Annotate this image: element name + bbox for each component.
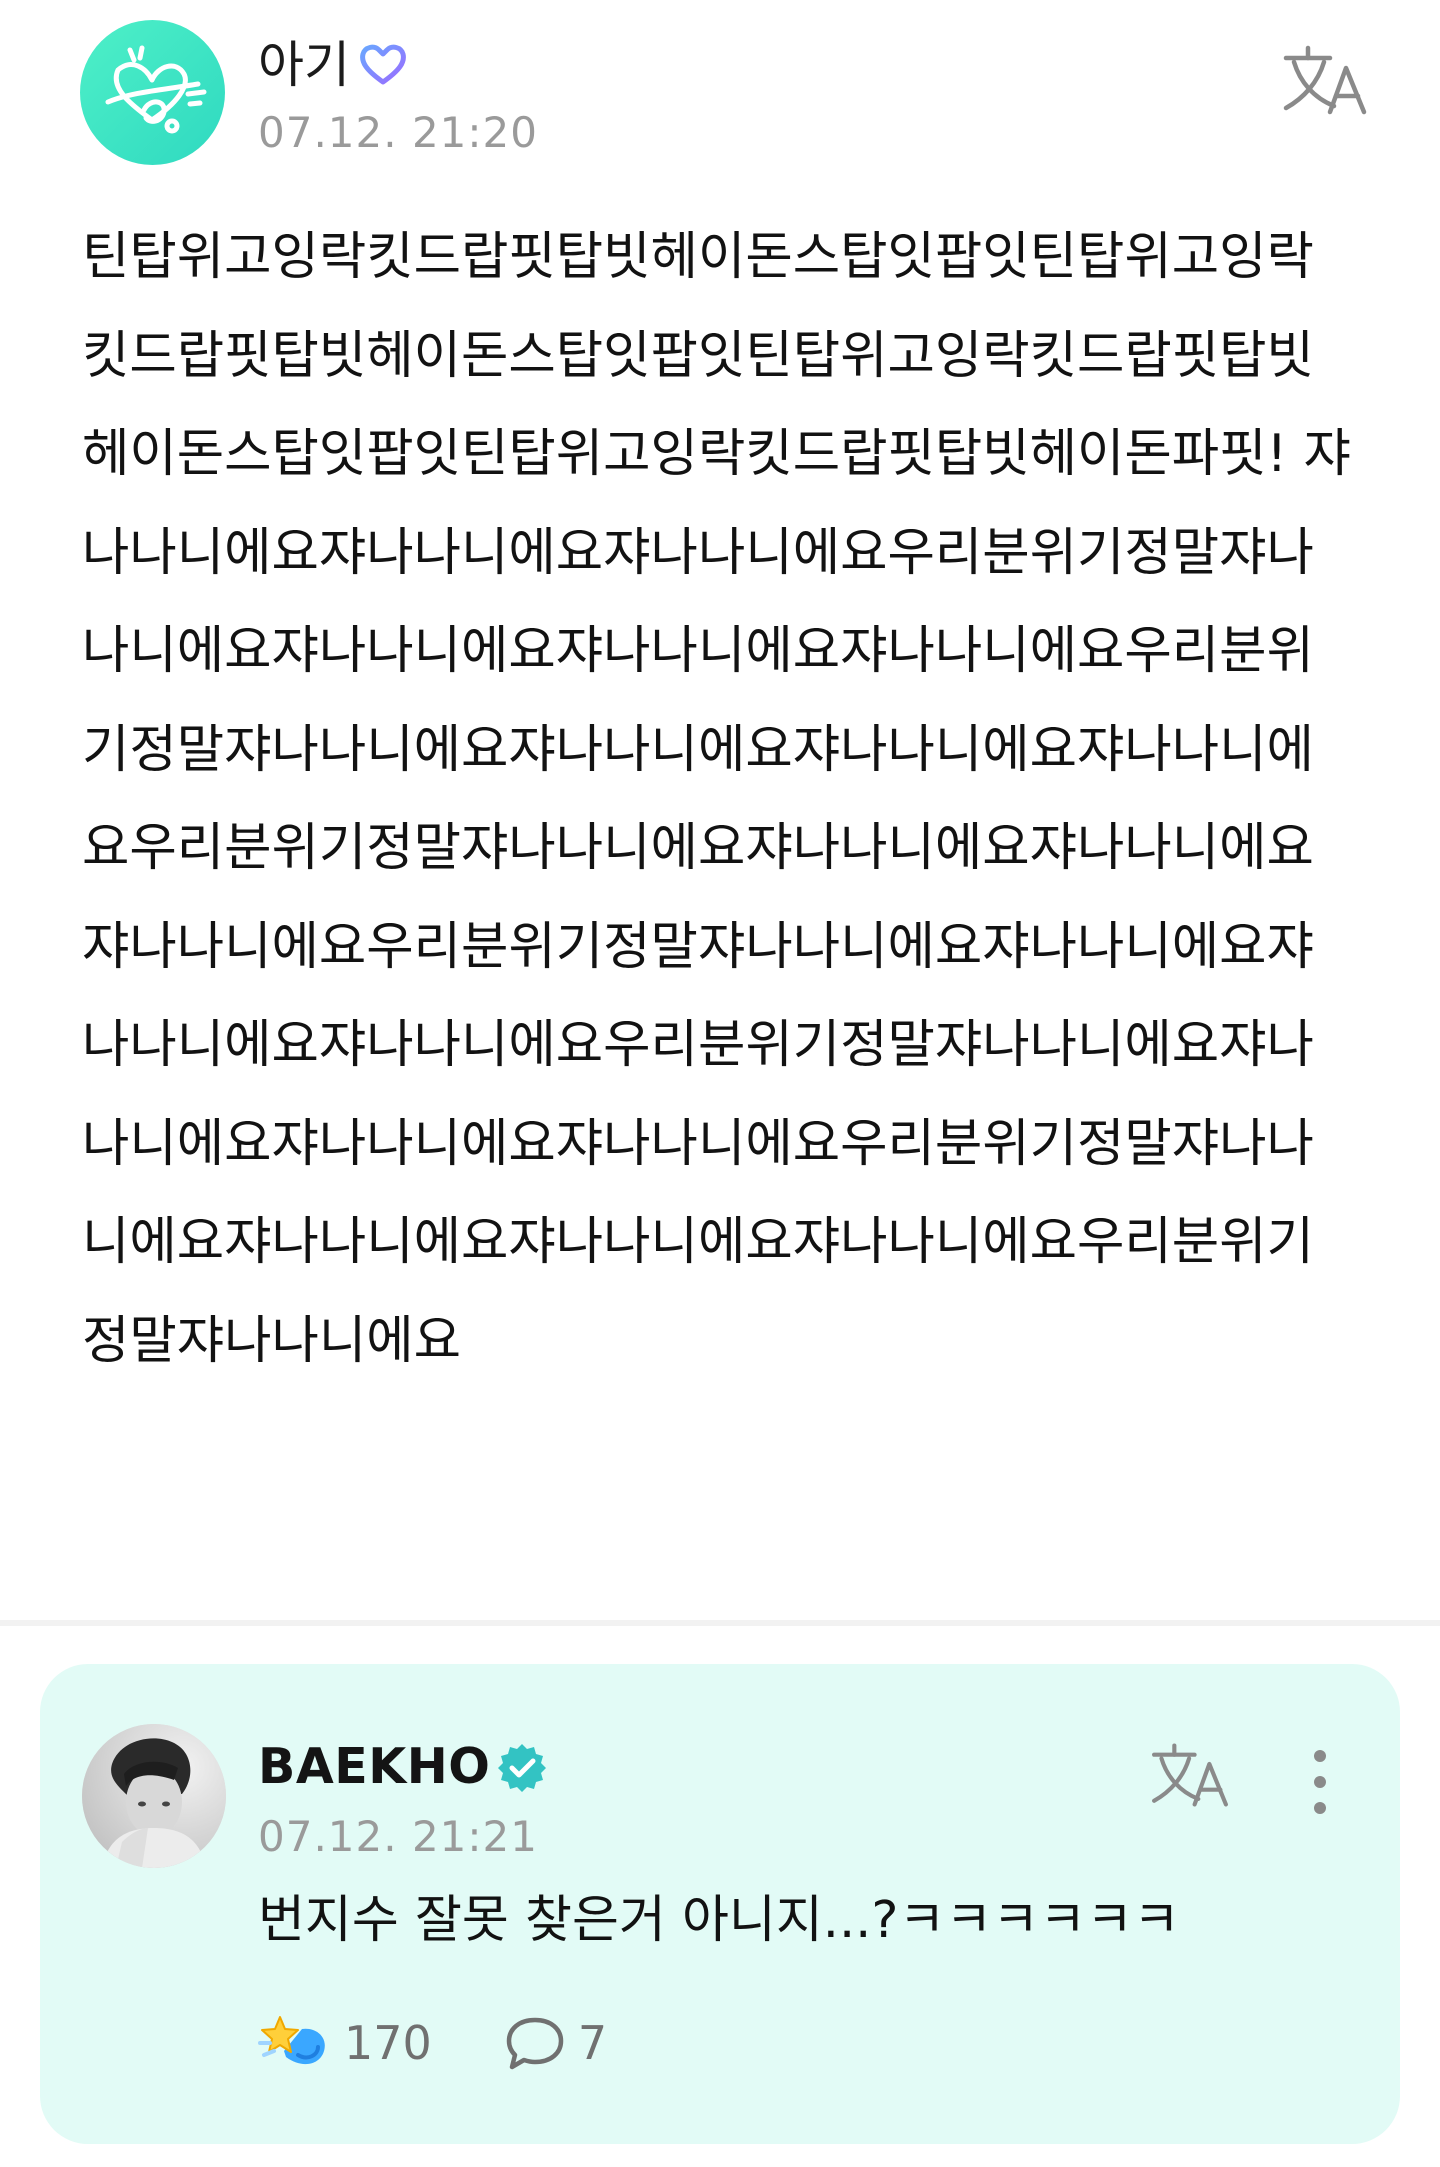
post-translate-button[interactable]: [1280, 42, 1370, 118]
post-author[interactable]: 아기: [258, 36, 408, 94]
like-button[interactable]: 170: [258, 2011, 432, 2075]
like-count: 170: [344, 2016, 432, 2070]
post-body-text: 틴탑위고잉락킷드랍핏탑빗헤이돈스탑잇팝잇틴탑위고잉락킷드랍핏탑빗헤이돈스탑잇팝잇…: [82, 227, 1351, 1371]
comment-author-avatar[interactable]: [82, 1724, 226, 1868]
post-author-avatar[interactable]: [80, 20, 225, 165]
heart-badge-icon: [360, 44, 406, 85]
profile-photo: [82, 1724, 226, 1868]
section-divider: [0, 1620, 1440, 1626]
comment-reactions: 170 7: [258, 2008, 607, 2078]
translate-icon: [1283, 45, 1367, 115]
reply-count: 7: [577, 2016, 608, 2070]
verified-badge-icon: [498, 1744, 547, 1792]
comment-author-name[interactable]: BAEKHO: [258, 1738, 490, 1796]
avatar-logo-icon: [105, 45, 207, 134]
more-vertical-icon: [1314, 1750, 1326, 1814]
comment-timestamp: 07.12. 21:21: [258, 1812, 538, 1861]
like-reaction-icon: [258, 2016, 325, 2065]
comment-bubble-icon: [506, 2017, 564, 2070]
comment-text: 번지수 잘못 찾은거 아니지...?ㅋㅋㅋㅋㅋㅋ: [258, 1891, 1180, 1950]
post-header: 아기 07.12. 21:20: [80, 20, 1380, 170]
comment-translate-button[interactable]: [1148, 1740, 1232, 1810]
post-timestamp: 07.12. 21:20: [258, 108, 538, 157]
post-author-name[interactable]: 아기: [258, 36, 350, 94]
comment-more-button[interactable]: [1300, 1742, 1340, 1822]
translate-icon: [1152, 1743, 1228, 1807]
comment-author[interactable]: BAEKHO: [258, 1738, 548, 1796]
artist-comment-card: BAEKHO 07.12. 21:21 번지수 잘못 찾은거 아니지...?ㅋㅋ…: [40, 1664, 1400, 2144]
reply-button[interactable]: 7: [504, 2014, 607, 2072]
